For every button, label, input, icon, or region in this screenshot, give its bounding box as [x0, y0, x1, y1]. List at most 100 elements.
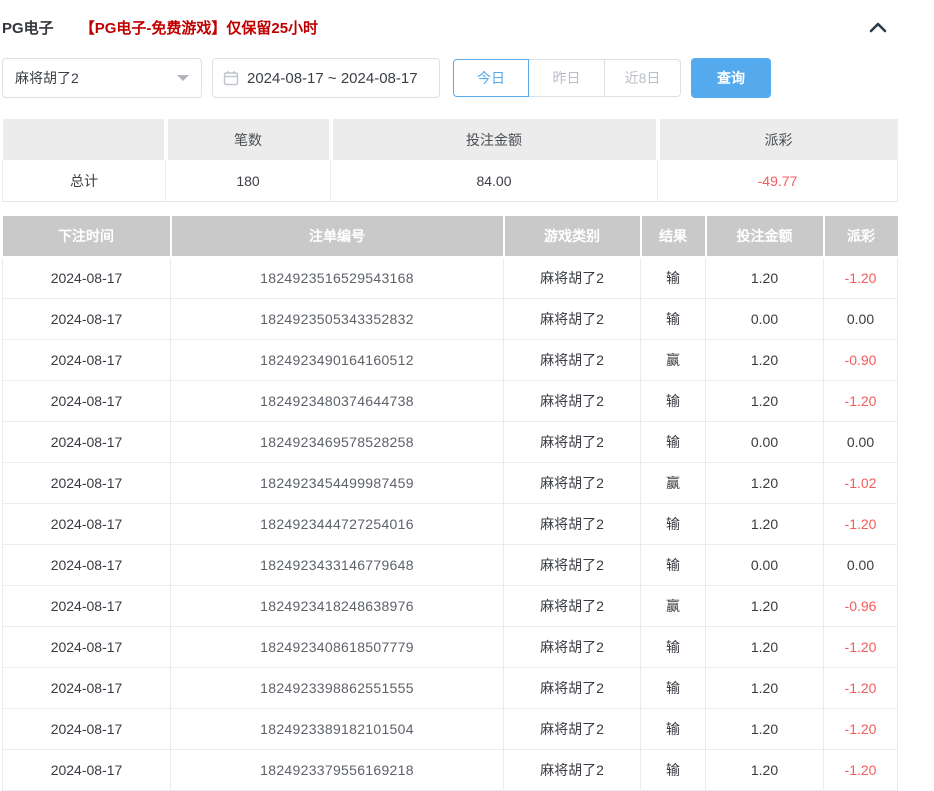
result-cell: 输: [641, 381, 706, 422]
payout-cell: -1.20: [824, 709, 898, 750]
summary-col-blank: [3, 119, 166, 160]
payout-cell: -1.20: [824, 627, 898, 668]
bet-amount-cell: 1.20: [706, 750, 824, 791]
table-row: 2024-08-171824923505343352832麻将胡了2输0.000…: [3, 299, 898, 340]
payout-cell: -1.20: [824, 750, 898, 791]
bet-id-cell: 1824923398862551555: [171, 668, 504, 709]
bet-time-cell: 2024-08-17: [3, 709, 171, 750]
result-cell: 输: [641, 668, 706, 709]
result-cell: 输: [641, 709, 706, 750]
table-row: 2024-08-171824923516529543168麻将胡了2输1.20-…: [3, 257, 898, 299]
bet-amount-cell: 1.20: [706, 257, 824, 299]
collapse-panel-button[interactable]: [868, 20, 888, 34]
bet-time-cell: 2024-08-17: [3, 299, 171, 340]
bet-time-cell: 2024-08-17: [3, 340, 171, 381]
payout-cell: 0.00: [824, 422, 898, 463]
bet-id-cell: 1824923444727254016: [171, 504, 504, 545]
payout-cell: -1.02: [824, 463, 898, 504]
panel-header: PG电子 【PG电子-免费游戏】仅保留25小时: [2, 0, 934, 37]
payout-cell: -0.90: [824, 340, 898, 381]
col-bet-id: 注单编号: [171, 216, 504, 257]
bet-time-cell: 2024-08-17: [3, 545, 171, 586]
table-row: 2024-08-171824923398862551555麻将胡了2输1.20-…: [3, 668, 898, 709]
payout-cell: -1.20: [824, 668, 898, 709]
game-type-cell: 麻将胡了2: [504, 709, 641, 750]
game-type-cell: 麻将胡了2: [504, 463, 641, 504]
result-cell: 输: [641, 257, 706, 299]
payout-cell: -1.20: [824, 257, 898, 299]
summary-total-row: 总计 180 84.00 -49.77: [3, 160, 898, 202]
result-cell: 输: [641, 545, 706, 586]
payout-cell: 0.00: [824, 299, 898, 340]
bet-id-cell: 1824923454499987459: [171, 463, 504, 504]
table-row: 2024-08-171824923480374644738麻将胡了2输1.20-…: [3, 381, 898, 422]
summary-col-count: 笔数: [166, 119, 331, 160]
bet-amount-cell: 1.20: [706, 504, 824, 545]
summary-header-row: 笔数 投注金额 派彩: [3, 119, 898, 160]
game-type-cell: 麻将胡了2: [504, 381, 641, 422]
summary-col-payout: 派彩: [658, 119, 898, 160]
table-row: 2024-08-171824923490164160512麻将胡了2赢1.20-…: [3, 340, 898, 381]
records-header-row: 下注时间 注单编号 游戏类别 结果 投注金额 派彩: [3, 216, 898, 257]
bet-id-cell: 1824923505343352832: [171, 299, 504, 340]
table-row: 2024-08-171824923433146779648麻将胡了2输0.000…: [3, 545, 898, 586]
summary-col-bet-amount: 投注金额: [331, 119, 658, 160]
quick-button-today[interactable]: 今日: [453, 59, 529, 97]
bet-amount-cell: 1.20: [706, 586, 824, 627]
records-tbody: 2024-08-171824923516529543168麻将胡了2输1.20-…: [3, 257, 898, 791]
result-cell: 输: [641, 504, 706, 545]
bet-amount-cell: 1.20: [706, 381, 824, 422]
date-range-value: 2024-08-17 ~ 2024-08-17: [247, 70, 418, 87]
table-row: 2024-08-171824923389182101504麻将胡了2输1.20-…: [3, 709, 898, 750]
bet-amount-cell: 1.20: [706, 709, 824, 750]
bet-id-cell: 1824923480374644738: [171, 381, 504, 422]
bet-amount-cell: 1.20: [706, 627, 824, 668]
search-button[interactable]: 查询: [691, 58, 771, 98]
table-row: 2024-08-171824923408618507779麻将胡了2输1.20-…: [3, 627, 898, 668]
summary-total-label: 总计: [3, 160, 166, 202]
bet-id-cell: 1824923469578528258: [171, 422, 504, 463]
bet-id-cell: 1824923490164160512: [171, 340, 504, 381]
game-type-cell: 麻将胡了2: [504, 340, 641, 381]
game-select[interactable]: 麻将胡了2: [2, 58, 202, 98]
bet-id-cell: 1824923433146779648: [171, 545, 504, 586]
result-cell: 输: [641, 422, 706, 463]
game-type-cell: 麻将胡了2: [504, 627, 641, 668]
table-row: 2024-08-171824923454499987459麻将胡了2赢1.20-…: [3, 463, 898, 504]
table-row: 2024-08-171824923444727254016麻将胡了2输1.20-…: [3, 504, 898, 545]
date-range-input[interactable]: 2024-08-17 ~ 2024-08-17: [212, 58, 440, 98]
game-select-value: 麻将胡了2: [15, 68, 79, 88]
summary-total-bet-amount: 84.00: [331, 160, 658, 202]
bet-amount-cell: 1.20: [706, 463, 824, 504]
col-bet-time: 下注时间: [3, 216, 171, 257]
payout-cell: 0.00: [824, 545, 898, 586]
pg-records-panel: PG电子 【PG电子-免费游戏】仅保留25小时 麻将胡了2 2024-08-17…: [0, 0, 934, 791]
bet-time-cell: 2024-08-17: [3, 463, 171, 504]
bet-id-cell: 1824923418248638976: [171, 586, 504, 627]
result-cell: 赢: [641, 586, 706, 627]
game-type-cell: 麻将胡了2: [504, 545, 641, 586]
result-cell: 输: [641, 299, 706, 340]
bet-id-cell: 1824923389182101504: [171, 709, 504, 750]
table-row: 2024-08-171824923379556169218麻将胡了2输1.20-…: [3, 750, 898, 791]
filter-bar: 麻将胡了2 2024-08-17 ~ 2024-08-17 今日 昨日 近8日 …: [2, 58, 934, 98]
bet-time-cell: 2024-08-17: [3, 422, 171, 463]
quick-button-yesterday[interactable]: 昨日: [529, 59, 605, 97]
bet-time-cell: 2024-08-17: [3, 750, 171, 791]
result-cell: 输: [641, 627, 706, 668]
result-cell: 赢: [641, 463, 706, 504]
bet-time-cell: 2024-08-17: [3, 668, 171, 709]
col-bet-amount: 投注金额: [706, 216, 824, 257]
bet-time-cell: 2024-08-17: [3, 586, 171, 627]
game-type-cell: 麻将胡了2: [504, 257, 641, 299]
bet-time-cell: 2024-08-17: [3, 257, 171, 299]
quick-date-button-group: 今日 昨日 近8日: [453, 59, 681, 97]
quick-button-last8days[interactable]: 近8日: [605, 59, 681, 97]
col-result: 结果: [641, 216, 706, 257]
bet-id-cell: 1824923516529543168: [171, 257, 504, 299]
bet-time-cell: 2024-08-17: [3, 381, 171, 422]
bet-id-cell: 1824923379556169218: [171, 750, 504, 791]
vendor-title: PG电子: [2, 17, 54, 38]
game-type-cell: 麻将胡了2: [504, 586, 641, 627]
calendar-icon: [223, 70, 239, 86]
